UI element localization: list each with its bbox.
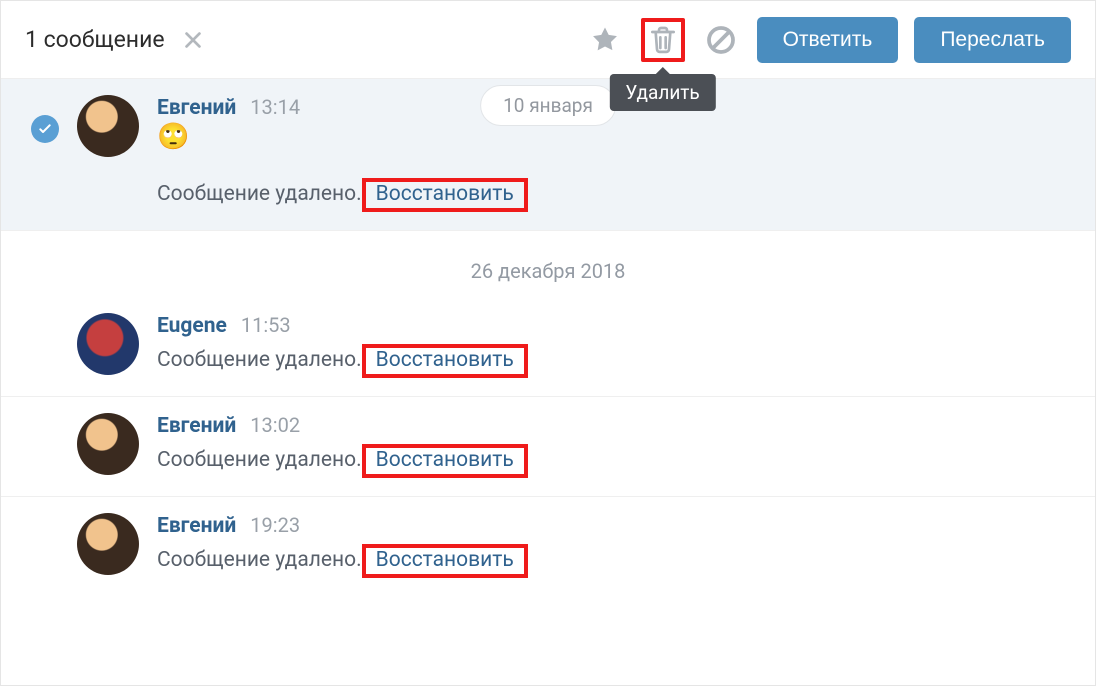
action-toolbar: 1 сообщение Удалить Ответить Переслать xyxy=(1,1,1095,79)
deleted-line: Сообщение удалено. Восстановить xyxy=(157,444,1075,478)
message-time: 11:53 xyxy=(241,313,291,337)
deleted-text: Сообщение удалено. xyxy=(157,448,362,472)
star-button[interactable] xyxy=(583,18,627,62)
message-time: 13:02 xyxy=(250,413,300,437)
message-body: Евгений 13:14 🙄 Сообщение удалено. Восст… xyxy=(157,95,1075,212)
date-chip: 10 января xyxy=(480,85,616,126)
message-body: Евгений 13:02 Сообщение удалено. Восстан… xyxy=(157,413,1075,478)
message-list: 10 января Евгений 13:14 🙄 Сообщение удал… xyxy=(1,79,1095,685)
deleted-line: Сообщение удалено. Восстановить xyxy=(157,178,1075,212)
deleted-text: Сообщение удалено. xyxy=(157,548,362,572)
check-icon xyxy=(37,121,53,137)
deleted-text: Сообщение удалено. xyxy=(157,182,362,206)
message-row[interactable]: Eugene 11:53 Сообщение удалено. Восстано… xyxy=(1,297,1095,397)
deleted-text: Сообщение удалено. xyxy=(157,348,362,372)
message-body: Евгений 19:23 Сообщение удалено. Восстан… xyxy=(157,513,1075,578)
emoji-content: 🙄 xyxy=(157,124,1075,150)
message-row[interactable]: Евгений 19:23 Сообщение удалено. Восстан… xyxy=(1,497,1095,596)
sender-name[interactable]: Евгений xyxy=(157,96,236,120)
delete-tooltip: Удалить xyxy=(609,74,715,111)
avatar[interactable] xyxy=(77,313,139,375)
restore-link[interactable]: Восстановить xyxy=(370,446,520,474)
avatar[interactable] xyxy=(77,95,139,157)
star-icon xyxy=(589,24,621,56)
avatar[interactable] xyxy=(77,413,139,475)
restore-link[interactable]: Восстановить xyxy=(370,546,520,574)
avatar[interactable] xyxy=(77,513,139,575)
clear-selection-button[interactable] xyxy=(179,26,207,54)
deleted-line: Сообщение удалено. Восстановить xyxy=(157,544,1075,578)
restore-link[interactable]: Восстановить xyxy=(370,346,520,374)
delete-button[interactable] xyxy=(641,18,685,62)
sender-name[interactable]: Евгений xyxy=(157,514,236,538)
block-icon xyxy=(705,24,737,56)
selection-checkmark[interactable] xyxy=(31,115,59,143)
date-separator: 26 декабря 2018 xyxy=(1,231,1095,297)
block-button[interactable] xyxy=(699,18,743,62)
deleted-line: Сообщение удалено. Восстановить xyxy=(157,344,1075,378)
close-icon xyxy=(182,29,204,51)
forward-button[interactable]: Переслать xyxy=(914,17,1071,63)
message-body: Eugene 11:53 Сообщение удалено. Восстано… xyxy=(157,313,1075,378)
reply-button[interactable]: Ответить xyxy=(757,17,899,63)
sender-name[interactable]: Eugene xyxy=(157,314,227,338)
restore-link[interactable]: Восстановить xyxy=(370,180,520,208)
trash-icon xyxy=(647,24,679,56)
delete-button-wrap: Удалить xyxy=(641,18,685,62)
message-time: 19:23 xyxy=(250,513,300,537)
sender-name[interactable]: Евгений xyxy=(157,414,236,438)
message-row[interactable]: Евгений 13:02 Сообщение удалено. Восстан… xyxy=(1,397,1095,497)
message-time: 13:14 xyxy=(250,95,300,119)
selection-count: 1 сообщение xyxy=(25,26,165,53)
